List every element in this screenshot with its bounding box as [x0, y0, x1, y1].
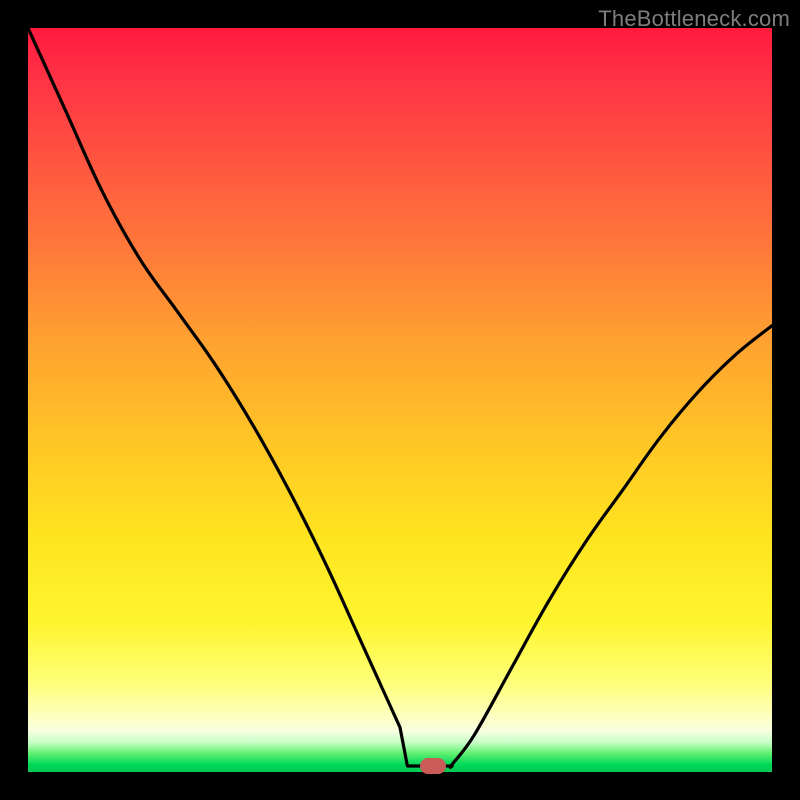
- optimum-marker: [420, 758, 446, 774]
- chart-frame: TheBottleneck.com: [0, 0, 800, 800]
- plot-area: [28, 28, 772, 772]
- curve-path: [28, 28, 772, 767]
- bottleneck-curve: [28, 28, 772, 772]
